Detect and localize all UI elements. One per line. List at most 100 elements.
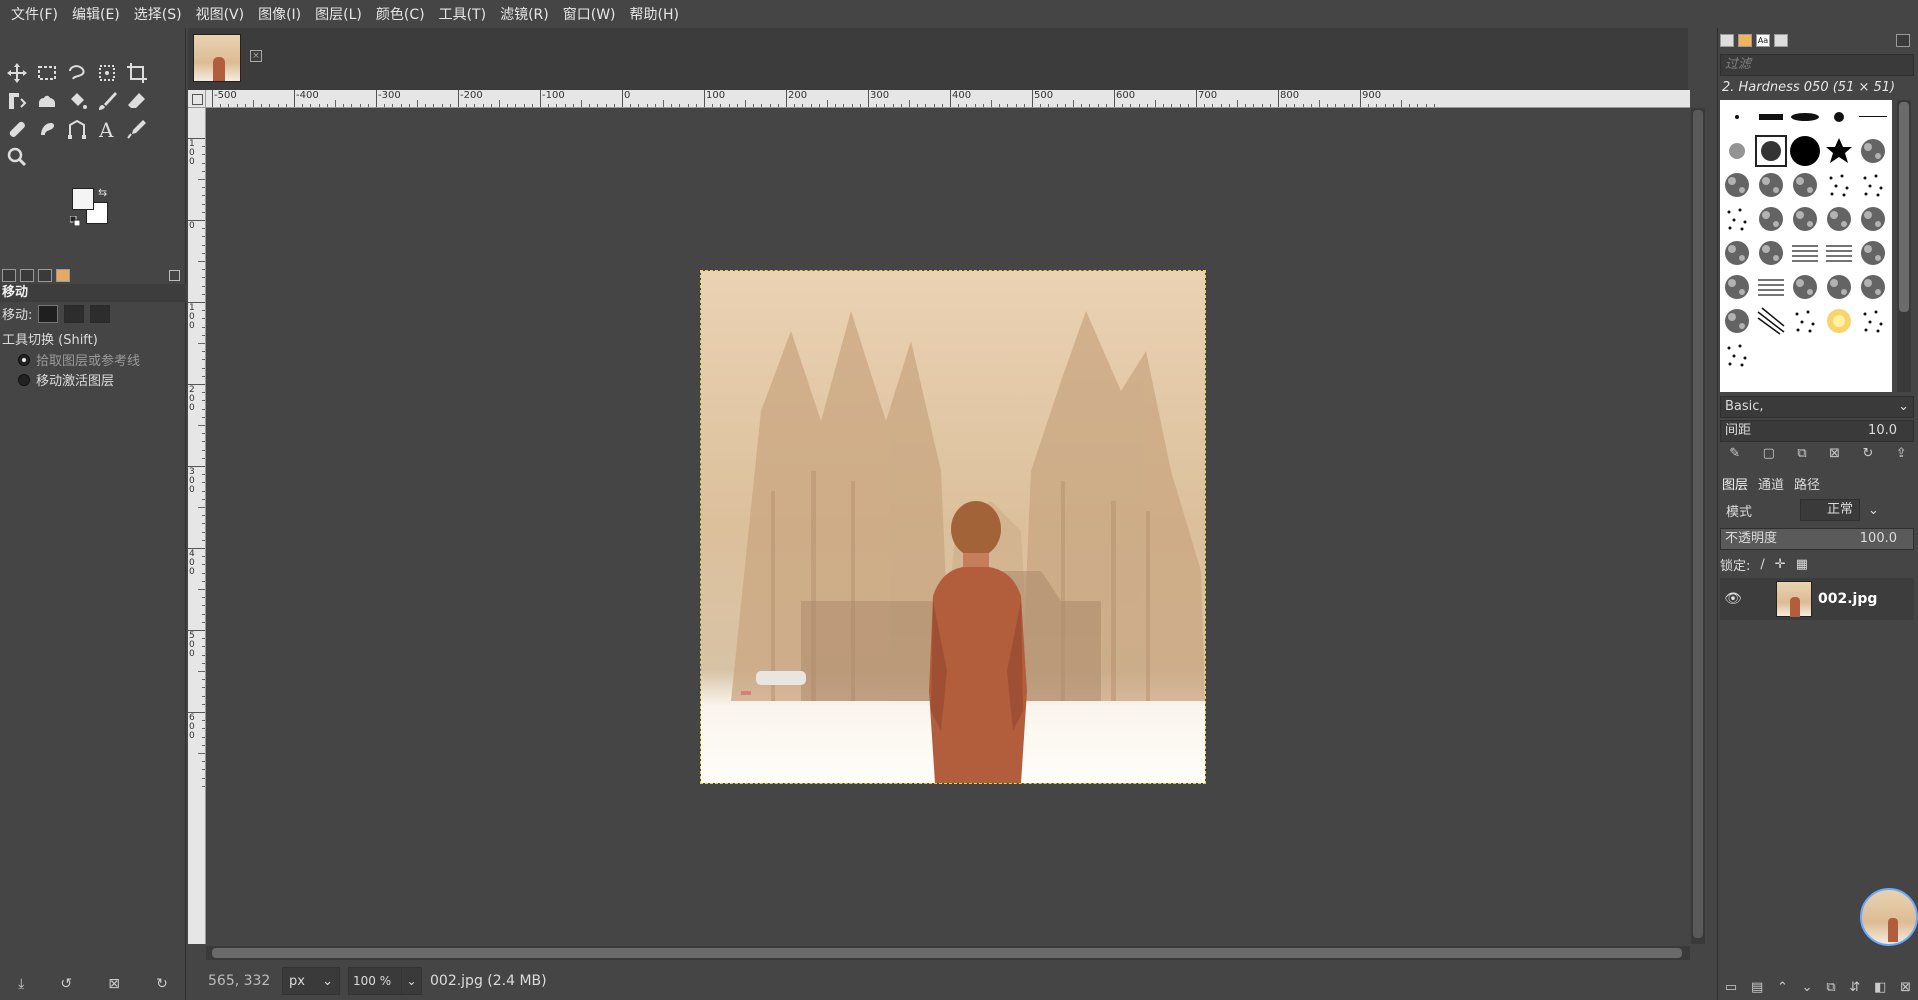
brush-filter-input[interactable]: 过滤 [1720,54,1914,76]
paths-tool-button[interactable] [62,114,92,144]
move-path-mode-button[interactable] [90,304,111,323]
images-tab-icon[interactable] [56,268,70,282]
brush-preview[interactable] [1720,236,1754,270]
foreground-color-swatch[interactable] [72,188,94,210]
text-tool-button[interactable]: A [92,114,122,144]
refresh-brushes-icon[interactable]: ↻ [1862,446,1873,461]
brush-preview[interactable] [1822,304,1856,338]
brush-preview[interactable] [1720,100,1754,134]
layer-row[interactable]: 👁 002.jpg [1720,578,1914,620]
reset-colors-icon[interactable] [70,216,80,226]
warp-tool-button[interactable] [32,86,62,116]
brush-preview[interactable] [1754,236,1788,270]
lock-alpha-icon[interactable]: ▦ [1796,557,1808,572]
new-brush-icon[interactable]: ▢ [1763,446,1775,461]
brush-preview[interactable] [1856,270,1890,304]
brush-preview[interactable] [1822,100,1856,134]
duplicate-layer-icon[interactable]: ⧉ [1826,980,1835,995]
chevron-down-icon[interactable]: ⌄ [1868,503,1879,518]
brush-preview[interactable] [1856,134,1890,168]
tab-channels[interactable]: 通道 [1756,474,1786,493]
brush-preview[interactable] [1754,168,1788,202]
menu-windows[interactable]: 窗口(W) [556,4,623,24]
bucket-fill-tool-button[interactable] [62,86,92,116]
unit-select[interactable]: px ⌄ [282,967,340,995]
opacity-slider[interactable]: 不透明度 100.0 [1720,528,1914,550]
transform-tool-button[interactable] [2,86,32,116]
brush-preview[interactable] [1856,236,1890,270]
brush-preview[interactable] [1720,134,1754,168]
brush-preview[interactable] [1720,270,1754,304]
brush-preview[interactable] [1720,168,1754,202]
brush-preview[interactable] [1822,168,1856,202]
chevron-down-icon[interactable]: ⌄ [401,967,421,995]
document-history-tab-icon[interactable] [1774,33,1788,47]
menu-image[interactable]: 图像(I) [251,4,308,24]
delete-preset-icon[interactable]: ⊠ [108,976,120,992]
brush-preview[interactable] [1754,304,1788,338]
brush-preview[interactable] [1788,134,1822,168]
brush-preview[interactable] [1822,202,1856,236]
free-select-tool-button[interactable] [62,58,92,88]
vertical-scrollbar-thumb[interactable] [1693,110,1703,938]
brush-preview[interactable] [1856,100,1890,134]
zoom-select[interactable]: 100 % ⌄ [348,967,422,995]
fonts-tab-icon[interactable]: Aa [1756,33,1770,47]
brush-preview[interactable] [1754,100,1788,134]
vertical-scrollbar[interactable] [1691,108,1705,944]
anchor-layer-icon[interactable]: ⇵ [1849,980,1860,995]
patterns-tab-icon[interactable] [1738,33,1752,47]
brush-preview[interactable] [1788,236,1822,270]
delete-layer-icon[interactable]: ⊠ [1900,980,1911,995]
smudge-tool-button[interactable] [32,114,62,144]
brush-preview[interactable] [1856,304,1890,338]
menu-select[interactable]: 选择(S) [127,4,189,24]
zoom-tool-button[interactable] [2,142,32,172]
brush-preview[interactable] [1856,202,1890,236]
panel-menu-icon[interactable] [169,269,180,281]
brush-preview[interactable] [1788,270,1822,304]
heal-tool-button[interactable] [2,114,32,144]
brush-preview[interactable] [1788,304,1822,338]
brush-preview[interactable] [1822,270,1856,304]
vertical-ruler[interactable]: 1 0 0 0 1 0 0 2 0 0 3 0 0 4 0 0 5 0 0 6 0 0 [188,108,206,944]
tab-paths[interactable]: 路径 [1792,474,1822,493]
menu-layer[interactable]: 图层(L) [308,4,369,24]
lock-position-icon[interactable]: ✛ [1775,557,1786,572]
device-status-tab-icon[interactable] [20,268,34,282]
mask-layer-icon[interactable]: ◧ [1874,980,1886,995]
open-brush-as-image-icon[interactable]: ⇪ [1896,446,1907,461]
move-selection-mode-button[interactable] [64,304,85,323]
brush-preview[interactable] [1856,168,1890,202]
edit-brush-icon[interactable]: ✎ [1729,446,1740,461]
menu-file[interactable]: 文件(F) [4,4,65,24]
new-layer-group-icon[interactable]: ▤ [1751,980,1763,995]
delete-brush-icon[interactable]: ⊠ [1829,446,1840,461]
brush-tag-select[interactable]: Basic, ⌄ [1720,396,1914,418]
brush-grid-scrollbar[interactable] [1897,100,1911,392]
brush-grid[interactable] [1720,100,1892,392]
rect-select-tool-button[interactable] [32,58,62,88]
brush-preview[interactable] [1754,134,1788,168]
move-layer-mode-button[interactable] [38,304,59,323]
image-tab-thumbnail[interactable] [193,34,241,82]
lock-pixels-icon[interactable]: ∕ [1760,557,1764,572]
swap-colors-icon[interactable]: ⇆ [98,186,107,199]
layer-name[interactable]: 002.jpg [1818,591,1877,607]
brush-preview[interactable] [1720,304,1754,338]
menu-colors[interactable]: 颜色(C) [369,4,432,24]
brush-preview[interactable] [1788,100,1822,134]
menu-tools[interactable]: 工具(T) [432,4,493,24]
raise-layer-icon[interactable]: ⌃ [1777,980,1788,995]
fuzzy-select-tool-button[interactable] [92,58,122,88]
reset-options-icon[interactable]: ↻ [156,976,168,992]
tool-options-tab-icon[interactable] [2,268,16,282]
brush-preview[interactable] [1822,236,1856,270]
menu-help[interactable]: 帮助(H) [623,4,686,24]
brush-preview[interactable] [1754,270,1788,304]
paintbrush-tool-button[interactable] [92,86,122,116]
brush-grid-scrollbar-thumb[interactable] [1899,102,1909,312]
radio-pick-layer[interactable]: 拾取图层或参考线 [18,350,140,369]
new-layer-icon[interactable]: ▭ [1725,980,1737,995]
restore-preset-icon[interactable]: ↺ [60,976,72,992]
